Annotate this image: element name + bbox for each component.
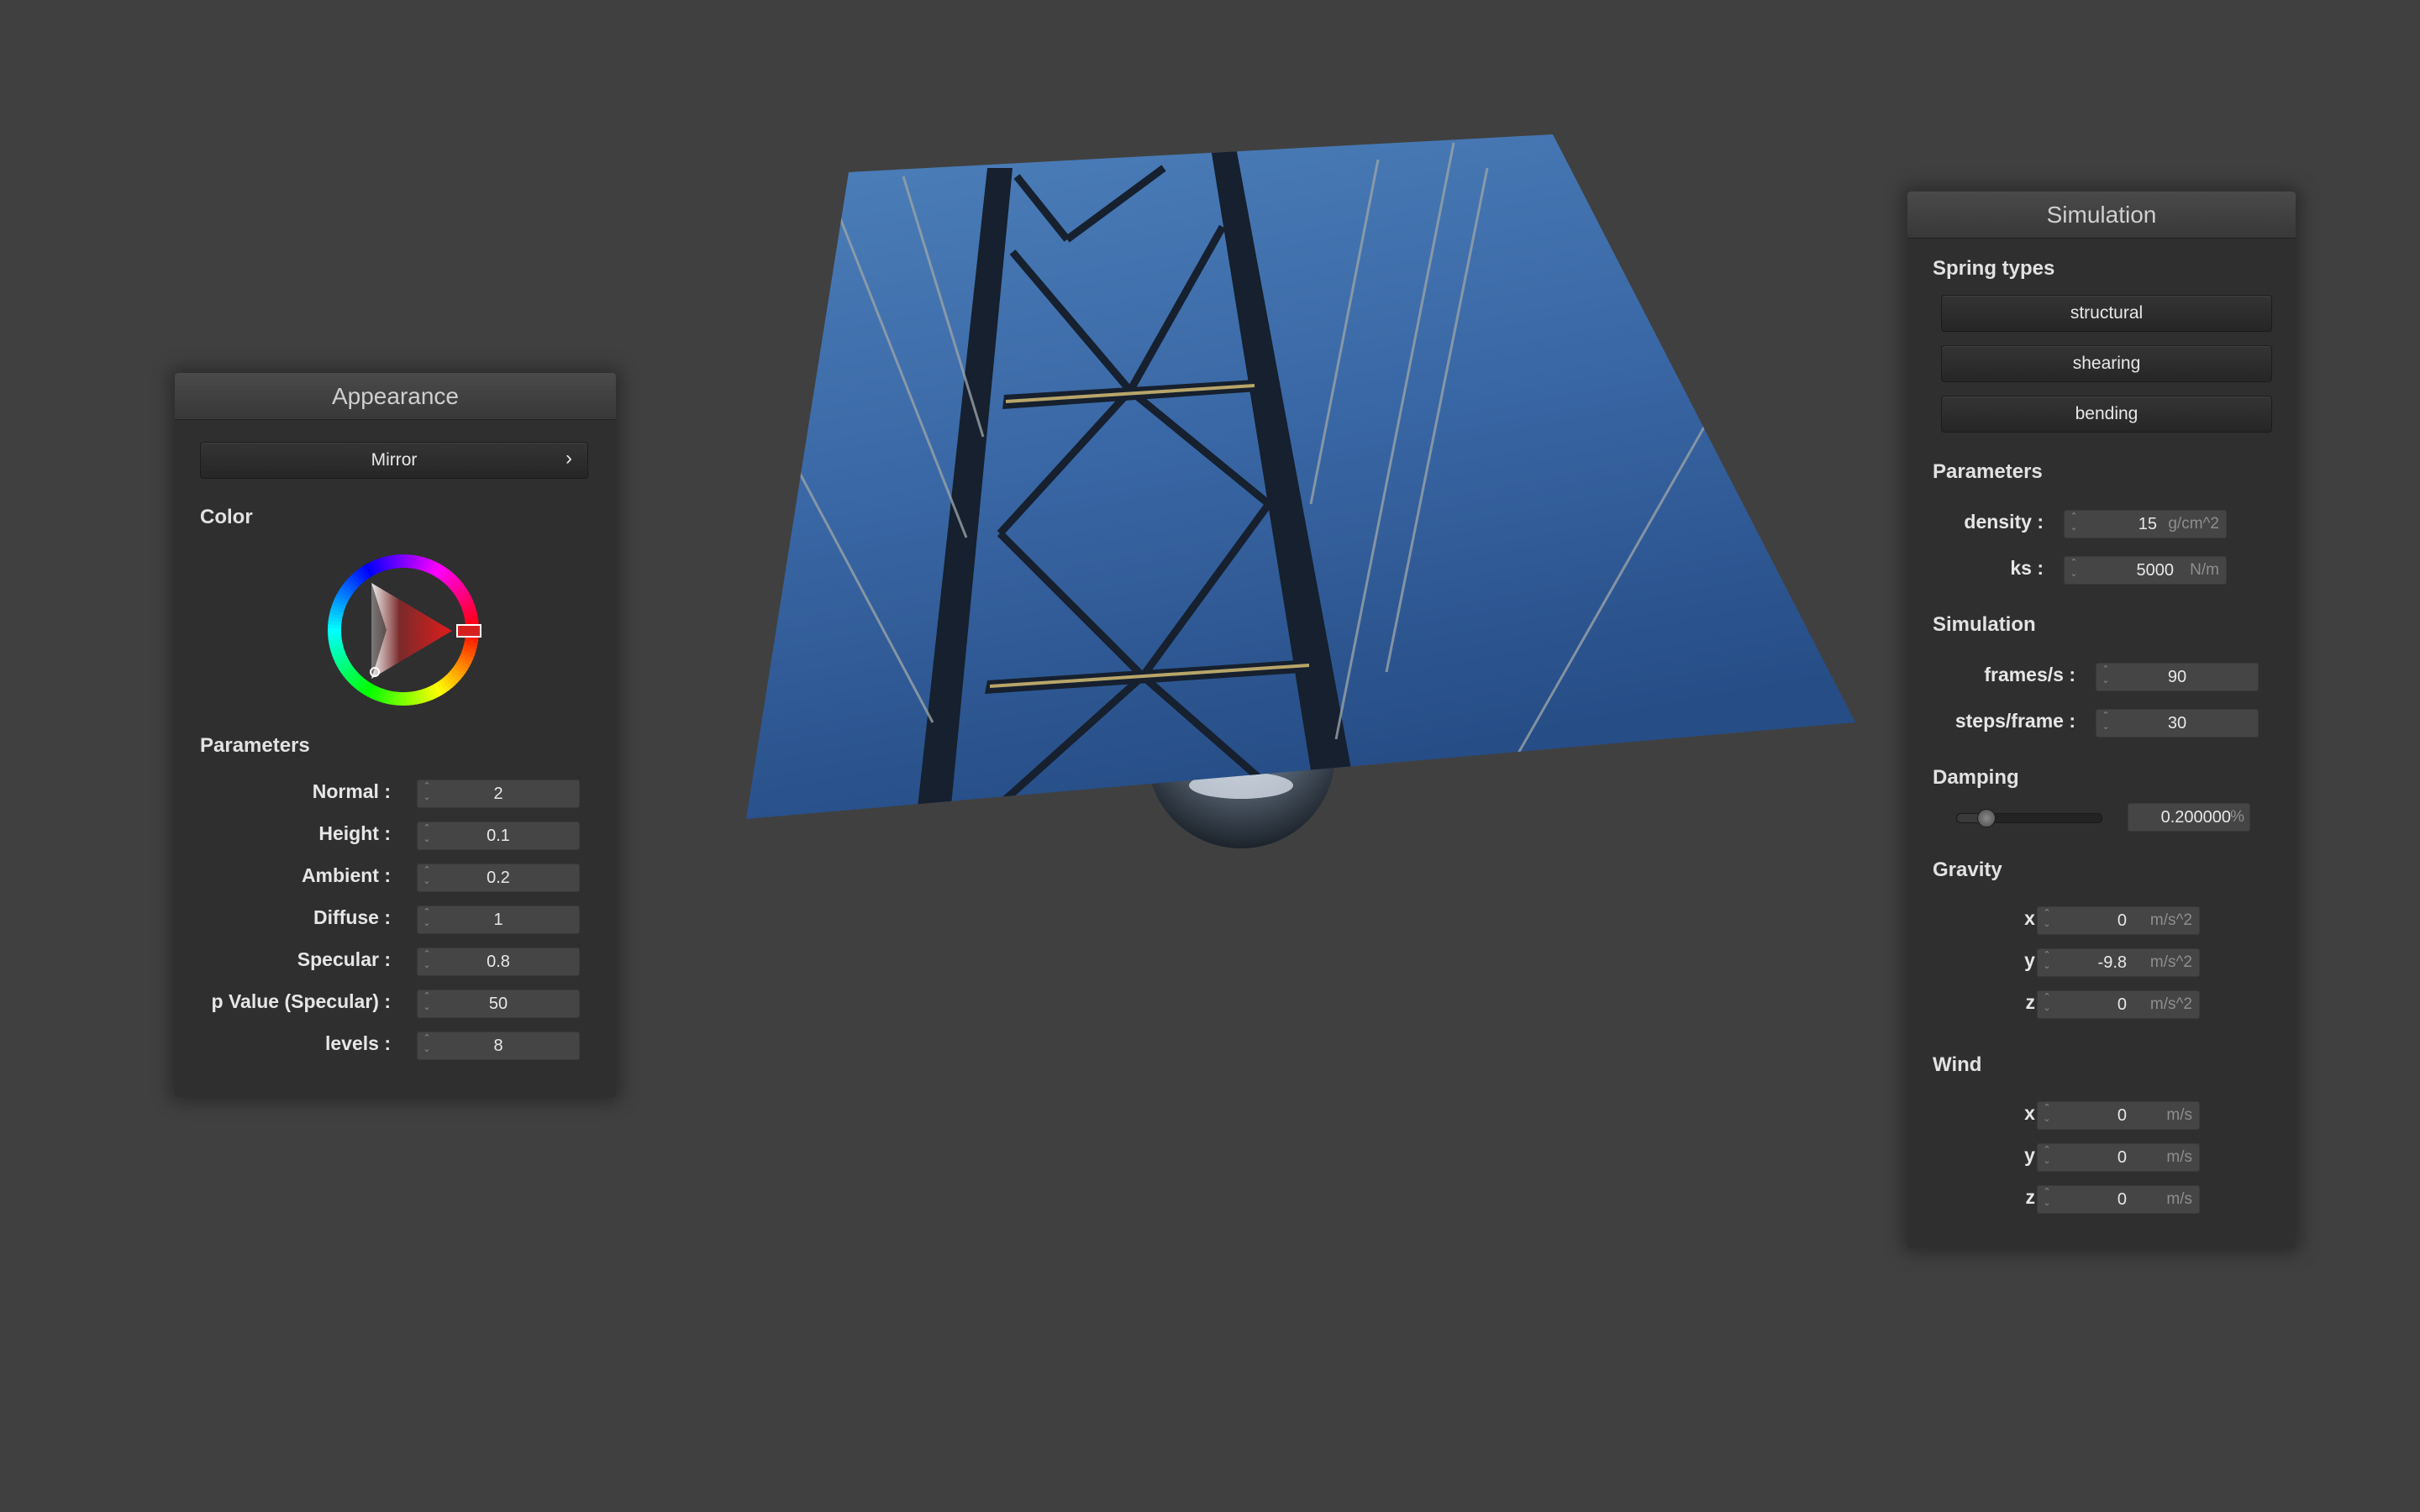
- ks-value: 5000: [2136, 561, 2175, 580]
- ks-input[interactable]: ⌃ ⌄ 5000 N/m: [2064, 556, 2227, 585]
- steps-input[interactable]: ⌃ ⌄ 30: [2096, 709, 2259, 738]
- color-wheel[interactable]: [319, 546, 487, 714]
- appearance-param-6-value: 8: [493, 1037, 503, 1055]
- spin-arrows-icon[interactable]: ⌃ ⌄: [2041, 950, 2053, 975]
- cloth-surface: [746, 134, 1855, 819]
- appearance-param-1-input[interactable]: ⌃ ⌄ 0.1: [417, 822, 580, 850]
- spin-arrows-icon[interactable]: ⌃ ⌄: [2068, 558, 2080, 583]
- damping-input[interactable]: 0.200000 %: [2128, 803, 2250, 832]
- appearance-param-0-input[interactable]: ⌃ ⌄ 2: [417, 780, 580, 808]
- appearance-param-0-label: Normal :: [312, 780, 391, 802]
- hue-picker-handle: [456, 624, 481, 638]
- mode-label: Mirror: [371, 450, 418, 470]
- wind-x-value: 0: [2117, 1106, 2127, 1125]
- damping-slider-handle[interactable]: [1977, 809, 1996, 827]
- spin-arrows-icon[interactable]: ⌃ ⌄: [2041, 1103, 2053, 1128]
- spin-arrows-icon[interactable]: ⌃ ⌄: [2041, 908, 2053, 933]
- ks-label: ks :: [2010, 557, 2044, 579]
- appearance-param-1-label: Height :: [318, 822, 391, 844]
- gravity-x-unit: m/s^2: [2149, 911, 2192, 929]
- ks-unit: N/m: [2190, 561, 2219, 579]
- gravity-y-unit: m/s^2: [2149, 953, 2192, 971]
- damping-slider[interactable]: [1956, 809, 2102, 827]
- gravity-z-value: 0: [2117, 995, 2127, 1014]
- wind-x-input[interactable]: ⌃ ⌄ 0 m/s: [2037, 1101, 2200, 1130]
- density-input[interactable]: ⌃ ⌄ 15 g/cm^2: [2064, 510, 2227, 538]
- shearing-spring-button[interactable]: shearing: [1941, 345, 2272, 382]
- appearance-param-2-value: 0.2: [487, 869, 510, 887]
- sim-parameters-title: Parameters: [1933, 460, 2043, 483]
- spin-arrows-icon[interactable]: ⌃ ⌄: [2041, 1145, 2053, 1170]
- steps-value: 30: [2167, 714, 2187, 732]
- simulation-panel-title: Simulation: [1907, 192, 2296, 239]
- gravity-z-unit: m/s^2: [2149, 995, 2192, 1013]
- gravity-x-value: 0: [2117, 911, 2127, 930]
- gravity-x-input[interactable]: ⌃ ⌄ 0 m/s^2: [2037, 906, 2200, 935]
- appearance-param-3-input[interactable]: ⌃ ⌄ 1: [417, 906, 580, 934]
- appearance-param-3-value: 1: [493, 911, 503, 929]
- appearance-param-0-value: 2: [493, 785, 503, 803]
- appearance-param-4-input[interactable]: ⌃ ⌄ 0.8: [417, 948, 580, 976]
- wind-section-title: Wind: [1933, 1053, 1982, 1076]
- simulation-panel: Simulation Spring types structural shear…: [1907, 192, 2296, 1248]
- density-label: density :: [1964, 511, 2044, 533]
- color-section-title: Color: [200, 506, 253, 528]
- gravity-y-value: -9.8: [2097, 953, 2127, 972]
- spin-arrows-icon[interactable]: ⌃ ⌄: [2041, 992, 2053, 1017]
- appearance-parameters-title: Parameters: [200, 734, 310, 757]
- wind-y-unit: m/s: [2166, 1148, 2192, 1166]
- damping-value: 0.200000: [2160, 808, 2231, 827]
- fps-label: frames/s :: [1984, 664, 2075, 685]
- appearance-param-2-input[interactable]: ⌃ ⌄ 0.2: [417, 864, 580, 892]
- appearance-param-4-value: 0.8: [487, 953, 510, 971]
- appearance-param-6-label: levels :: [325, 1032, 391, 1054]
- appearance-param-5-label: p Value (Specular) :: [211, 990, 391, 1012]
- density-unit: g/cm^2: [2168, 515, 2219, 533]
- wind-z-value: 0: [2117, 1190, 2127, 1209]
- spin-arrows-icon[interactable]: ⌃ ⌄: [2041, 1187, 2053, 1212]
- wind-z-input[interactable]: ⌃ ⌄ 0 m/s: [2037, 1185, 2200, 1214]
- wind-x-unit: m/s: [2166, 1106, 2192, 1124]
- simulation-section-title: Simulation: [1933, 613, 2036, 636]
- wind-y-value: 0: [2117, 1148, 2127, 1167]
- mode-dropdown-button[interactable]: Mirror ›: [200, 442, 588, 479]
- spin-arrows-icon[interactable]: ⌃ ⌄: [2068, 512, 2080, 537]
- gravity-z-input[interactable]: ⌃ ⌄ 0 m/s^2: [2037, 990, 2200, 1019]
- spring-types-title: Spring types: [1933, 257, 2055, 280]
- fps-value: 90: [2167, 668, 2187, 686]
- appearance-param-6-input[interactable]: ⌃ ⌄ 8: [417, 1032, 580, 1060]
- appearance-param-1-value: 0.1: [487, 827, 510, 845]
- appearance-panel: Appearance Mirror › Color Parameters Nor…: [175, 373, 616, 1097]
- gravity-section-title: Gravity: [1933, 858, 2002, 881]
- damping-unit: %: [2230, 808, 2244, 826]
- appearance-param-3-label: Diffuse :: [313, 906, 391, 928]
- appearance-param-4-label: Specular :: [297, 948, 391, 970]
- appearance-param-5-input[interactable]: ⌃ ⌄ 50: [417, 990, 580, 1018]
- wind-y-input[interactable]: ⌃ ⌄ 0 m/s: [2037, 1143, 2200, 1172]
- fps-input[interactable]: ⌃ ⌄ 90: [2096, 663, 2259, 691]
- appearance-param-2-label: Ambient :: [301, 864, 391, 886]
- bending-spring-button[interactable]: bending: [1941, 396, 2272, 433]
- structural-spring-button[interactable]: structural: [1941, 295, 2272, 332]
- density-value: 15: [2138, 515, 2157, 533]
- steps-label: steps/frame :: [1954, 710, 2075, 732]
- damping-section-title: Damping: [1933, 766, 2019, 789]
- appearance-panel-title: Appearance: [175, 373, 616, 420]
- appearance-param-5-value: 50: [488, 995, 508, 1013]
- gravity-y-input[interactable]: ⌃ ⌄ -9.8 m/s^2: [2037, 948, 2200, 977]
- chevron-right-icon: ›: [566, 447, 572, 470]
- wind-z-unit: m/s: [2166, 1190, 2192, 1208]
